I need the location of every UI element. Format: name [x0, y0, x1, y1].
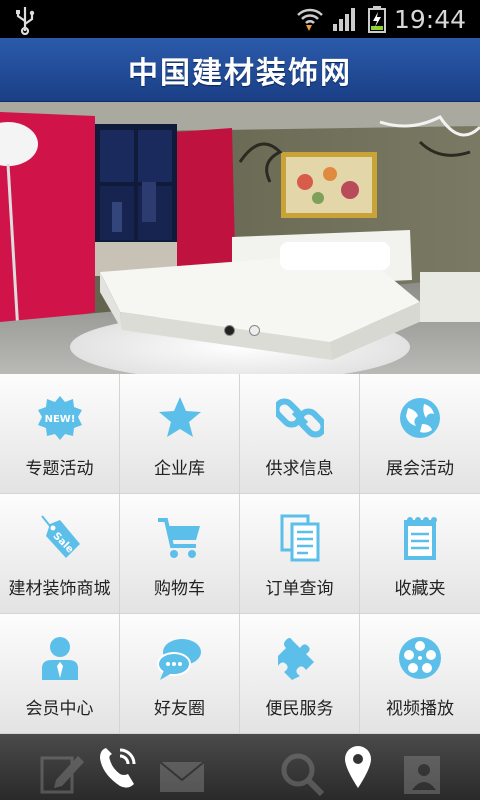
menu-item-label: 购物车 [154, 579, 205, 599]
search-icon [281, 753, 325, 796]
menu-item-cart[interactable]: 购物车 [120, 494, 240, 614]
status-bar: 19:44 [0, 0, 480, 38]
puzzle-icon [278, 638, 314, 680]
banner-carousel[interactable] [0, 102, 480, 374]
film-reel-icon [399, 637, 441, 679]
menu-grid: NEW! 专题活动 企业库 供求信息 展会活动 Sale 建材装饰商城 购物车 … [0, 374, 480, 734]
app-header: 中国建材装饰网 [0, 38, 480, 102]
menu-item-label: 好友圈 [154, 699, 205, 719]
menu-item-label: 便民服务 [265, 699, 334, 719]
chat-bubbles-icon [157, 639, 201, 680]
menu-item-label: 会员中心 [25, 699, 94, 719]
menu-item-order-query[interactable]: 订单查询 [240, 494, 360, 614]
menu-item-video[interactable]: 视频播放 [360, 614, 480, 734]
carousel-dot-2[interactable] [249, 325, 260, 336]
menu-item-friends[interactable]: 好友圈 [120, 614, 240, 734]
documents-icon [280, 514, 320, 562]
status-time: 19:44 [393, 4, 466, 34]
phone-call-icon[interactable] [98, 742, 142, 790]
wifi-icon [297, 8, 323, 31]
location-pin-icon[interactable] [343, 744, 373, 790]
bottom-action-bar [0, 734, 480, 800]
menu-item-mall[interactable]: Sale 建材装饰商城 [0, 494, 120, 614]
globe-icon [400, 398, 440, 438]
usb-icon [16, 7, 35, 35]
svg-text:NEW!: NEW! [45, 414, 76, 425]
new-badge-icon: NEW! [38, 396, 82, 440]
battery-charging-icon [367, 6, 386, 33]
menu-item-exhibitions[interactable]: 展会活动 [360, 374, 480, 494]
menu-item-label: 建材装饰商城 [8, 579, 111, 599]
sale-tag-icon: Sale [41, 515, 80, 558]
menu-item-label: 展会活动 [386, 459, 454, 479]
menu-item-label: 专题活动 [25, 459, 94, 479]
cart-icon [158, 518, 200, 558]
menu-item-supply-demand[interactable]: 供求信息 [240, 374, 360, 494]
star-icon [159, 397, 201, 437]
mail-icon [159, 761, 205, 792]
menu-item-label: 收藏夹 [394, 579, 446, 599]
page-title: 中国建材装饰网 [128, 55, 352, 91]
menu-item-topic-events[interactable]: NEW! 专题活动 [0, 374, 120, 494]
link-icon [276, 398, 324, 438]
menu-item-label: 企业库 [154, 459, 205, 479]
menu-item-label: 订单查询 [265, 579, 334, 599]
carousel-dot-1[interactable] [224, 325, 235, 336]
menu-item-convenience-services[interactable]: 便民服务 [240, 614, 360, 734]
menu-item-favorites[interactable]: 收藏夹 [360, 494, 480, 614]
notepad-icon [404, 517, 437, 560]
menu-item-label: 视频播放 [386, 699, 454, 719]
menu-item-company-directory[interactable]: 企业库 [120, 374, 240, 494]
edit-icon [40, 756, 84, 794]
carousel-indicator [224, 325, 260, 336]
menu-item-member-center[interactable]: 会员中心 [0, 614, 120, 734]
menu-item-label: 供求信息 [265, 459, 334, 479]
signal-icon [332, 8, 355, 31]
user-icon [42, 637, 78, 680]
contacts-icon [404, 756, 440, 794]
